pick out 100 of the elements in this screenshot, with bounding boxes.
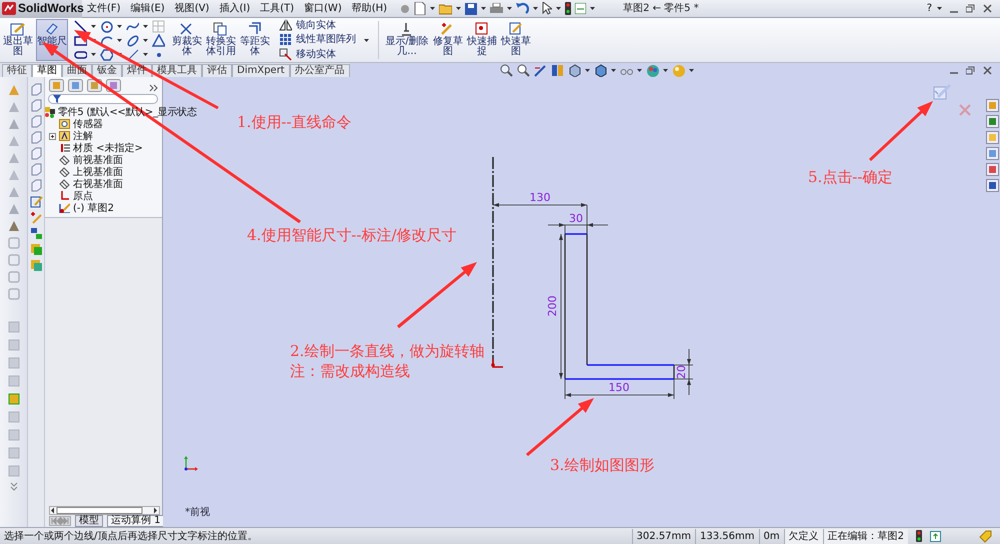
magnifier-icon[interactable] bbox=[516, 64, 530, 76]
caret-icon[interactable] bbox=[143, 24, 148, 28]
tree-item[interactable]: 右视基准面 bbox=[73, 178, 123, 190]
sketch-line[interactable] bbox=[564, 234, 566, 379]
printer-icon[interactable] bbox=[490, 3, 504, 14]
expander-icon[interactable] bbox=[49, 132, 56, 140]
menu-item[interactable]: 窗口(W) bbox=[299, 3, 347, 14]
selected-line[interactable] bbox=[565, 233, 587, 235]
tree-item[interactable]: 前视基准面 bbox=[73, 154, 123, 166]
caret-icon[interactable] bbox=[590, 7, 596, 10]
caret-icon[interactable] bbox=[507, 7, 512, 10]
feature-tool-icon[interactable] bbox=[6, 219, 20, 233]
tag-icon[interactable] bbox=[979, 530, 992, 542]
folder-icon[interactable] bbox=[439, 2, 452, 15]
menu-item[interactable]: 视图(V) bbox=[170, 3, 214, 14]
ribbon-button[interactable]: 线性草图阵列 bbox=[277, 33, 358, 47]
dimension-value[interactable]: 200 bbox=[546, 296, 559, 316]
layer-icon[interactable] bbox=[30, 243, 42, 256]
options-icon[interactable] bbox=[575, 3, 586, 14]
ribbon-button[interactable]: 转换实体引用 bbox=[205, 19, 237, 61]
command-tab[interactable]: 焊件 bbox=[122, 64, 152, 77]
ellipse-tool-icon[interactable] bbox=[126, 34, 139, 46]
ribbon-button[interactable]: 显示/删除几... bbox=[384, 19, 430, 61]
traffic-light-icon[interactable] bbox=[565, 2, 572, 15]
tree-item[interactable]: 传感器 bbox=[73, 118, 103, 130]
command-tab[interactable]: 草图 bbox=[32, 64, 62, 77]
caret-icon[interactable] bbox=[610, 68, 616, 72]
undo-icon[interactable] bbox=[516, 2, 530, 15]
caret-icon[interactable] bbox=[481, 7, 486, 10]
caret-icon[interactable] bbox=[556, 7, 562, 10]
book-icon[interactable] bbox=[550, 64, 564, 76]
bottom-tab[interactable]: 模型 bbox=[75, 515, 103, 527]
ribbon-button[interactable]: 快速草图 bbox=[500, 19, 532, 61]
bottom-tab[interactable]: 运动算例 1 bbox=[107, 515, 165, 527]
caret-icon[interactable] bbox=[456, 7, 462, 10]
arc-tool-icon[interactable] bbox=[100, 34, 113, 46]
menu-item[interactable]: 工具(T) bbox=[255, 3, 300, 14]
tree-item[interactable]: (-) 草图2 bbox=[73, 202, 114, 214]
home-icon[interactable] bbox=[986, 99, 999, 112]
caret-icon[interactable] bbox=[143, 52, 148, 56]
caret-icon[interactable] bbox=[662, 68, 668, 72]
command-tab[interactable]: DimXpert bbox=[232, 64, 290, 77]
dimension-value[interactable]: 20 bbox=[675, 365, 688, 379]
magnifier-icon[interactable] bbox=[500, 64, 513, 76]
command-tab[interactable]: 办公室产品 bbox=[290, 64, 350, 77]
help-icon[interactable] bbox=[930, 530, 941, 542]
restore-icon[interactable] bbox=[966, 4, 975, 13]
library-icon[interactable] bbox=[986, 115, 999, 128]
ribbon-button[interactable]: 快速捕捉 bbox=[466, 19, 498, 61]
help-button[interactable]: ? bbox=[922, 3, 937, 14]
close-icon[interactable] bbox=[983, 66, 992, 74]
repair-icon[interactable] bbox=[30, 211, 42, 224]
dimension-value[interactable]: 130 bbox=[530, 191, 550, 204]
command-tab[interactable]: 特征 bbox=[2, 64, 32, 77]
dimension-value[interactable]: 150 bbox=[608, 381, 630, 394]
command-tab[interactable]: 模具工具 bbox=[152, 64, 202, 77]
folder-icon[interactable] bbox=[986, 131, 999, 144]
menu-item[interactable]: 编辑(E) bbox=[126, 3, 170, 14]
caret-icon[interactable] bbox=[937, 7, 942, 10]
dimension-value[interactable]: 30 bbox=[569, 212, 583, 225]
caret-icon[interactable] bbox=[688, 68, 694, 72]
tree-item[interactable]: 上视基准面 bbox=[73, 166, 123, 178]
relation-icon[interactable] bbox=[30, 227, 42, 240]
triangle-icon[interactable] bbox=[152, 34, 165, 46]
property-icon[interactable] bbox=[986, 179, 999, 192]
sketch-line[interactable] bbox=[673, 365, 675, 379]
pencil-icon[interactable] bbox=[30, 195, 42, 208]
caret-icon[interactable] bbox=[117, 24, 122, 28]
tree-item[interactable]: 注解 bbox=[73, 130, 93, 142]
pointer-icon[interactable] bbox=[542, 2, 552, 15]
caret-icon[interactable] bbox=[430, 7, 436, 10]
command-tab[interactable]: 钣金 bbox=[92, 64, 122, 77]
scrollbar-drawing[interactable] bbox=[49, 506, 160, 515]
caret-icon[interactable] bbox=[91, 24, 96, 28]
circle-tool-icon[interactable] bbox=[100, 20, 113, 32]
caret-icon[interactable] bbox=[584, 68, 590, 72]
ribbon-button[interactable]: 移动实体 bbox=[277, 48, 358, 61]
caret-icon[interactable] bbox=[364, 38, 369, 42]
tree-item[interactable]: 材质 <未指定> bbox=[73, 142, 143, 154]
feature-tool-icon[interactable] bbox=[6, 392, 20, 406]
palette-icon[interactable] bbox=[646, 64, 659, 76]
ribbon-button[interactable]: 镜向实体 bbox=[277, 19, 358, 32]
pencil-icon[interactable] bbox=[534, 64, 547, 76]
filter-field[interactable] bbox=[48, 94, 158, 104]
ribbon-button[interactable]: 等距实体 bbox=[239, 19, 271, 61]
appearance-icon[interactable] bbox=[986, 163, 999, 176]
save-icon[interactable] bbox=[465, 2, 478, 14]
menu-item[interactable]: 帮助(H) bbox=[346, 3, 392, 14]
caret-icon[interactable] bbox=[91, 52, 96, 56]
polygon-tool-icon[interactable] bbox=[100, 48, 113, 60]
new-document-icon[interactable] bbox=[414, 2, 426, 15]
caret-icon[interactable] bbox=[636, 68, 642, 72]
ribbon-button[interactable]: 修复草图 bbox=[432, 19, 464, 61]
view-palette-icon[interactable] bbox=[986, 147, 999, 160]
chevron-right-icon[interactable] bbox=[149, 84, 158, 92]
menu-item[interactable]: 插入(I) bbox=[214, 3, 256, 14]
restore-icon[interactable] bbox=[966, 66, 975, 74]
tree-item[interactable]: 原点 bbox=[73, 190, 93, 202]
menu-item[interactable]: 文件(F) bbox=[82, 3, 126, 14]
ribbon-button[interactable]: 退出草图 bbox=[2, 19, 34, 61]
